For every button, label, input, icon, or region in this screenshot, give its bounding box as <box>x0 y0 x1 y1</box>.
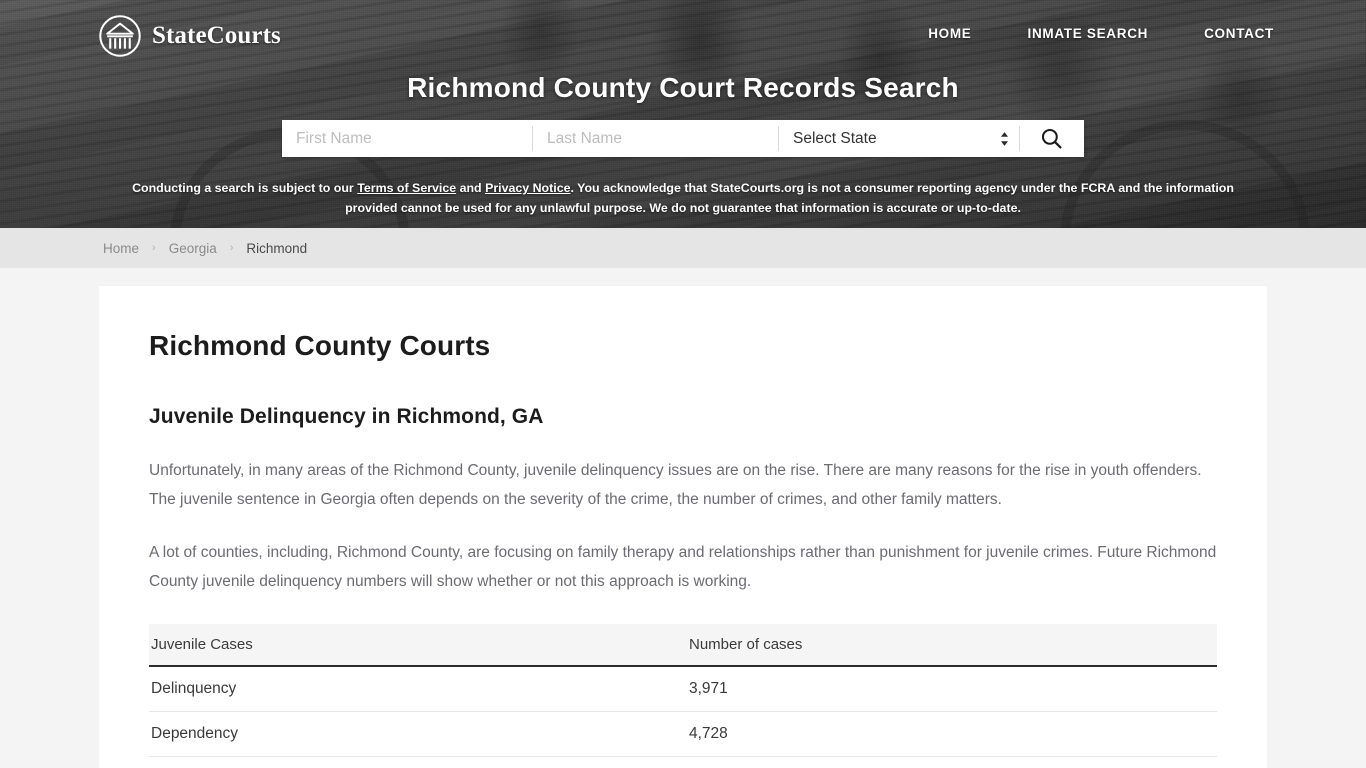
search-disclaimer: Conducting a search is subject to our Te… <box>0 178 1366 218</box>
site-header: StateCourts HOME INMATE SEARCH CONTACT R… <box>0 0 1366 228</box>
table-row: Dependency 4,728 <box>149 711 1217 757</box>
primary-navigation: HOME INMATE SEARCH CONTACT <box>928 26 1274 41</box>
state-select-wrapper: Select State <box>779 120 1019 157</box>
content-card: Richmond County Courts Juvenile Delinque… <box>99 286 1267 768</box>
first-name-input[interactable] <box>282 120 532 157</box>
paragraph-two: A lot of counties, including, Richmond C… <box>149 544 1217 590</box>
table-cell-case-type: Dependency <box>149 711 687 757</box>
search-button[interactable] <box>1020 120 1082 157</box>
table-cell-count: 4,728 <box>687 711 1217 757</box>
breadcrumb-item-home[interactable]: Home <box>103 241 139 256</box>
breadcrumb-item-richmond: Richmond <box>246 240 308 256</box>
table-cell-count: 3,971 <box>687 666 1217 712</box>
juvenile-cases-table: Juvenile Cases Number of cases Delinquen… <box>149 624 1217 757</box>
site-logo-link[interactable]: StateCourts <box>98 14 281 58</box>
state-select[interactable]: Select State <box>779 120 1019 157</box>
privacy-notice-link[interactable]: Privacy Notice <box>485 181 570 195</box>
page-title: Richmond County Courts <box>149 330 491 361</box>
disclaimer-text-2: and <box>456 181 486 195</box>
table-header-count: Number of cases <box>687 624 1217 667</box>
page-body: Richmond County Courts Juvenile Delinque… <box>0 268 1366 768</box>
table-row: Delinquency 3,971 <box>149 666 1217 712</box>
breadcrumb-separator-icon: › <box>152 241 156 254</box>
hero-title: Richmond County Court Records Search <box>407 72 959 103</box>
courthouse-circle-icon <box>99 15 141 57</box>
section-title: Juvenile Delinquency in Richmond, GA <box>149 405 544 428</box>
table-header-case-type: Juvenile Cases <box>149 624 687 667</box>
nav-item-home[interactable]: HOME <box>928 26 971 41</box>
paragraph-one: Unfortunately, in many areas of the Rich… <box>149 462 1202 508</box>
table-cell-case-type: Delinquency <box>149 666 687 712</box>
table-header-row: Juvenile Cases Number of cases <box>149 624 1217 667</box>
breadcrumb-bar: Home › Georgia › Richmond <box>0 228 1366 268</box>
breadcrumb: Home › Georgia › Richmond <box>103 241 307 256</box>
magnifier-icon <box>1041 128 1062 149</box>
site-brand-name: StateCourts <box>152 22 281 49</box>
breadcrumb-separator-icon: › <box>229 241 234 254</box>
nav-item-contact[interactable]: CONTACT <box>1204 26 1274 41</box>
terms-of-service-link[interactable]: Terms of Service <box>357 181 456 195</box>
nav-item-inmate-search[interactable]: INMATE SEARCH <box>1028 26 1149 41</box>
last-name-input[interactable] <box>533 120 778 157</box>
disclaimer-text-1: Conducting a search is subject to our <box>132 181 358 195</box>
breadcrumb-item-georgia[interactable]: Georgia <box>169 241 217 256</box>
records-search-form: Select State <box>282 120 1084 157</box>
